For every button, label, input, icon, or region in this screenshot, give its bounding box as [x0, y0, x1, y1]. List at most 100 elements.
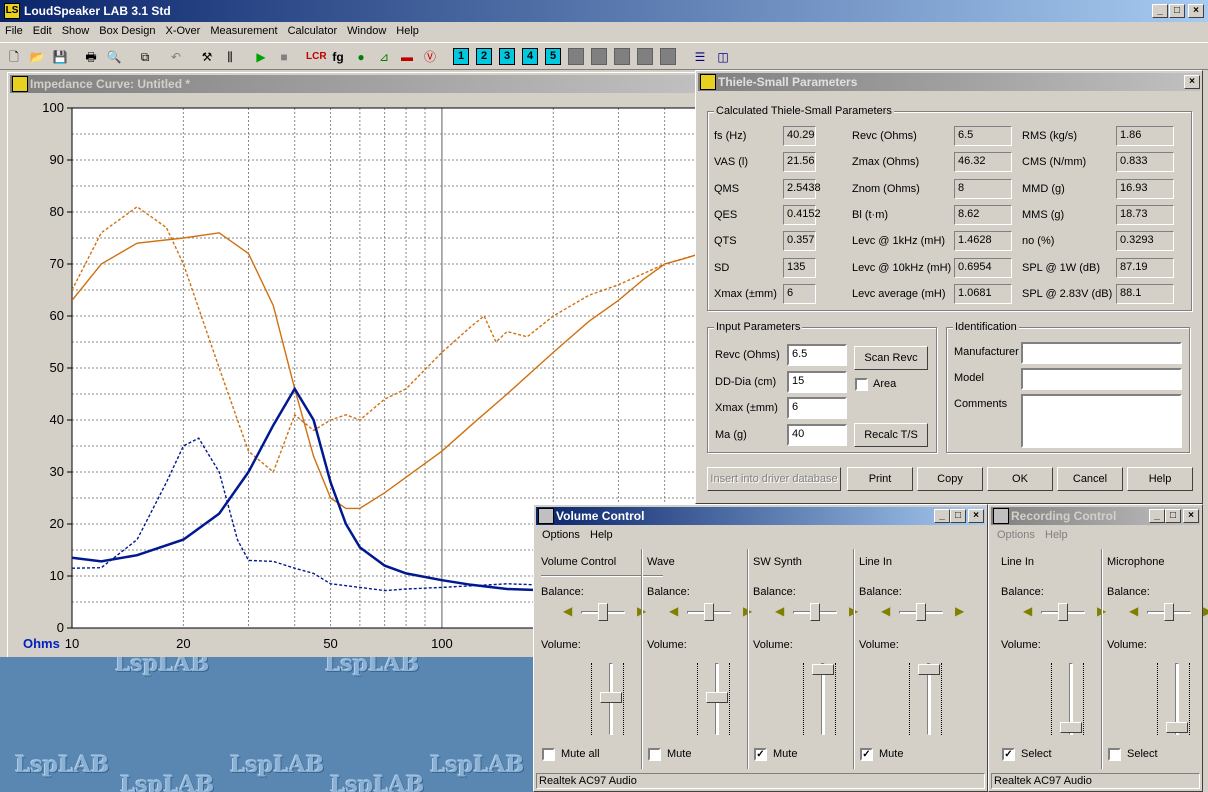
input-param-field[interactable]: 15	[787, 370, 847, 393]
slot-9-button[interactable]	[637, 48, 653, 65]
equalizer-icon[interactable]: ⫼	[221, 48, 239, 66]
ts-param-value: 6.5	[954, 126, 1012, 146]
ts-param-label: QES	[714, 208, 738, 221]
preset-3-button[interactable]: 3	[499, 48, 515, 65]
stop-icon[interactable]: ■	[275, 48, 293, 66]
undo-icon[interactable]: ↶	[167, 48, 185, 66]
copy-icon[interactable]: ⧉	[136, 48, 154, 66]
channel-checkbox[interactable]: ✓	[754, 748, 767, 761]
scan-revc-button[interactable]: Scan Revc	[854, 346, 928, 370]
menu-edit[interactable]: Edit	[28, 22, 57, 40]
tile-vertical-icon[interactable]: ◫	[714, 48, 732, 66]
v-icon[interactable]: Ⓥ	[421, 48, 439, 66]
balance-thumb[interactable]	[704, 603, 714, 621]
menu-bar: File Edit Show Box Design X-Over Measurement C…	[0, 22, 1208, 42]
print-preview-icon[interactable]: 🔍	[105, 48, 123, 66]
volume-thumb[interactable]	[600, 691, 622, 703]
input-param-field[interactable]: 6.5	[787, 344, 847, 366]
balance-thumb[interactable]	[1164, 603, 1174, 621]
menu-help[interactable]: Help	[391, 22, 424, 40]
recording-menu-options[interactable]: Options	[997, 529, 1035, 541]
volume-maximize-button[interactable]: □	[950, 509, 966, 523]
balance-thumb[interactable]	[810, 603, 820, 621]
x-tick-label: 50	[323, 636, 337, 651]
menu-show[interactable]: Show	[57, 22, 95, 40]
slot-10-button[interactable]	[660, 48, 676, 65]
ts-param-value: 40.29	[783, 126, 816, 146]
channel-checkbox[interactable]	[542, 748, 555, 761]
volume-menu-options[interactable]: Options	[542, 529, 580, 541]
recalc-ts-button[interactable]: Recalc T/S	[854, 423, 928, 447]
open-folder-icon[interactable]: 📂	[28, 48, 46, 66]
save-icon[interactable]: 💾	[51, 48, 69, 66]
slot-8-button[interactable]	[614, 48, 630, 65]
ls-logo-icon[interactable]: LS	[4, 3, 20, 19]
response-icon[interactable]: ▬	[398, 48, 416, 66]
balance-thumb[interactable]	[1058, 603, 1068, 621]
manufacturer-input[interactable]	[1021, 342, 1182, 364]
print-icon[interactable]: 🖶	[82, 48, 100, 66]
channel-checkbox[interactable]: ✓	[860, 748, 873, 761]
menu-x-over[interactable]: X-Over	[161, 22, 206, 40]
channel-checkbox[interactable]	[1108, 748, 1121, 761]
ok-button[interactable]: OK	[987, 467, 1053, 491]
channel-checkbox[interactable]: ✓	[1002, 748, 1015, 761]
minimize-button[interactable]: _	[1152, 4, 1168, 18]
input-param-field[interactable]: 40	[787, 423, 847, 446]
preset-5-button[interactable]: 5	[545, 48, 561, 65]
channel-separator	[747, 549, 749, 769]
menu-measurement[interactable]: Measurement	[205, 22, 282, 40]
slot-6-button[interactable]	[568, 48, 584, 65]
tools-icon[interactable]: ⚒	[198, 48, 216, 66]
recording-maximize-button[interactable]: □	[1165, 509, 1181, 523]
print-button[interactable]: Print	[847, 467, 913, 491]
preset-4-button[interactable]: 4	[522, 48, 538, 65]
menu-window[interactable]: Window	[342, 22, 391, 40]
recording-menu-help[interactable]: Help	[1045, 529, 1068, 541]
graph-icon[interactable]: ⊿	[375, 48, 393, 66]
model-input[interactable]	[1021, 368, 1182, 390]
recording-minimize-button[interactable]: _	[1149, 509, 1165, 523]
area-checkbox[interactable]	[855, 378, 868, 391]
balance-thumb[interactable]	[598, 603, 608, 621]
volume-ticks	[1051, 663, 1053, 735]
copy-button[interactable]: Copy	[917, 467, 983, 491]
volume-ticks	[1083, 663, 1085, 735]
lcr-icon[interactable]: LCR	[306, 48, 327, 66]
menu-box-design[interactable]: Box Design	[94, 22, 160, 40]
input-param-field[interactable]: 6	[787, 397, 847, 419]
insert-database-button[interactable]: Insert into driver database	[707, 467, 841, 491]
volume-minimize-button[interactable]: _	[934, 509, 950, 523]
y-tick-label: 40	[50, 412, 64, 427]
tile-horizontal-icon[interactable]: ☰	[691, 48, 709, 66]
balance-thumb[interactable]	[916, 603, 926, 621]
menu-file[interactable]: File	[0, 22, 28, 40]
volume-thumb[interactable]	[706, 691, 728, 703]
slot-7-button[interactable]	[591, 48, 607, 65]
play-icon[interactable]: ▶	[252, 48, 270, 66]
preset-1-button[interactable]: 1	[453, 48, 469, 65]
ts-close-button[interactable]: ×	[1184, 75, 1200, 89]
recording-close-button[interactable]: ×	[1183, 509, 1199, 523]
preset-2-button[interactable]: 2	[476, 48, 492, 65]
volume-ticks	[1189, 663, 1191, 735]
volume-thumb[interactable]	[1166, 721, 1188, 733]
volume-thumb[interactable]	[1060, 721, 1082, 733]
fg-icon[interactable]: fg	[329, 48, 347, 66]
channel-check-label: Mute	[773, 748, 798, 760]
new-file-icon[interactable]: 🗋	[5, 48, 23, 66]
volume-thumb[interactable]	[812, 664, 834, 676]
close-button[interactable]: ×	[1188, 4, 1204, 18]
cancel-button[interactable]: Cancel	[1057, 467, 1123, 491]
volume-thumb[interactable]	[918, 664, 940, 676]
volume-menu-help[interactable]: Help	[590, 529, 613, 541]
volume-close-button[interactable]: ×	[968, 509, 984, 523]
ts-param-value: 8.62	[954, 204, 1012, 225]
channel-checkbox[interactable]	[648, 748, 661, 761]
help-button[interactable]: Help	[1127, 467, 1193, 491]
maximize-button[interactable]: □	[1169, 4, 1185, 18]
comments-input[interactable]	[1021, 394, 1182, 448]
desktop-logo: LspLAB	[330, 772, 425, 792]
menu-calculator[interactable]: Calculator	[283, 22, 343, 40]
meter-icon[interactable]: ●	[352, 48, 370, 66]
